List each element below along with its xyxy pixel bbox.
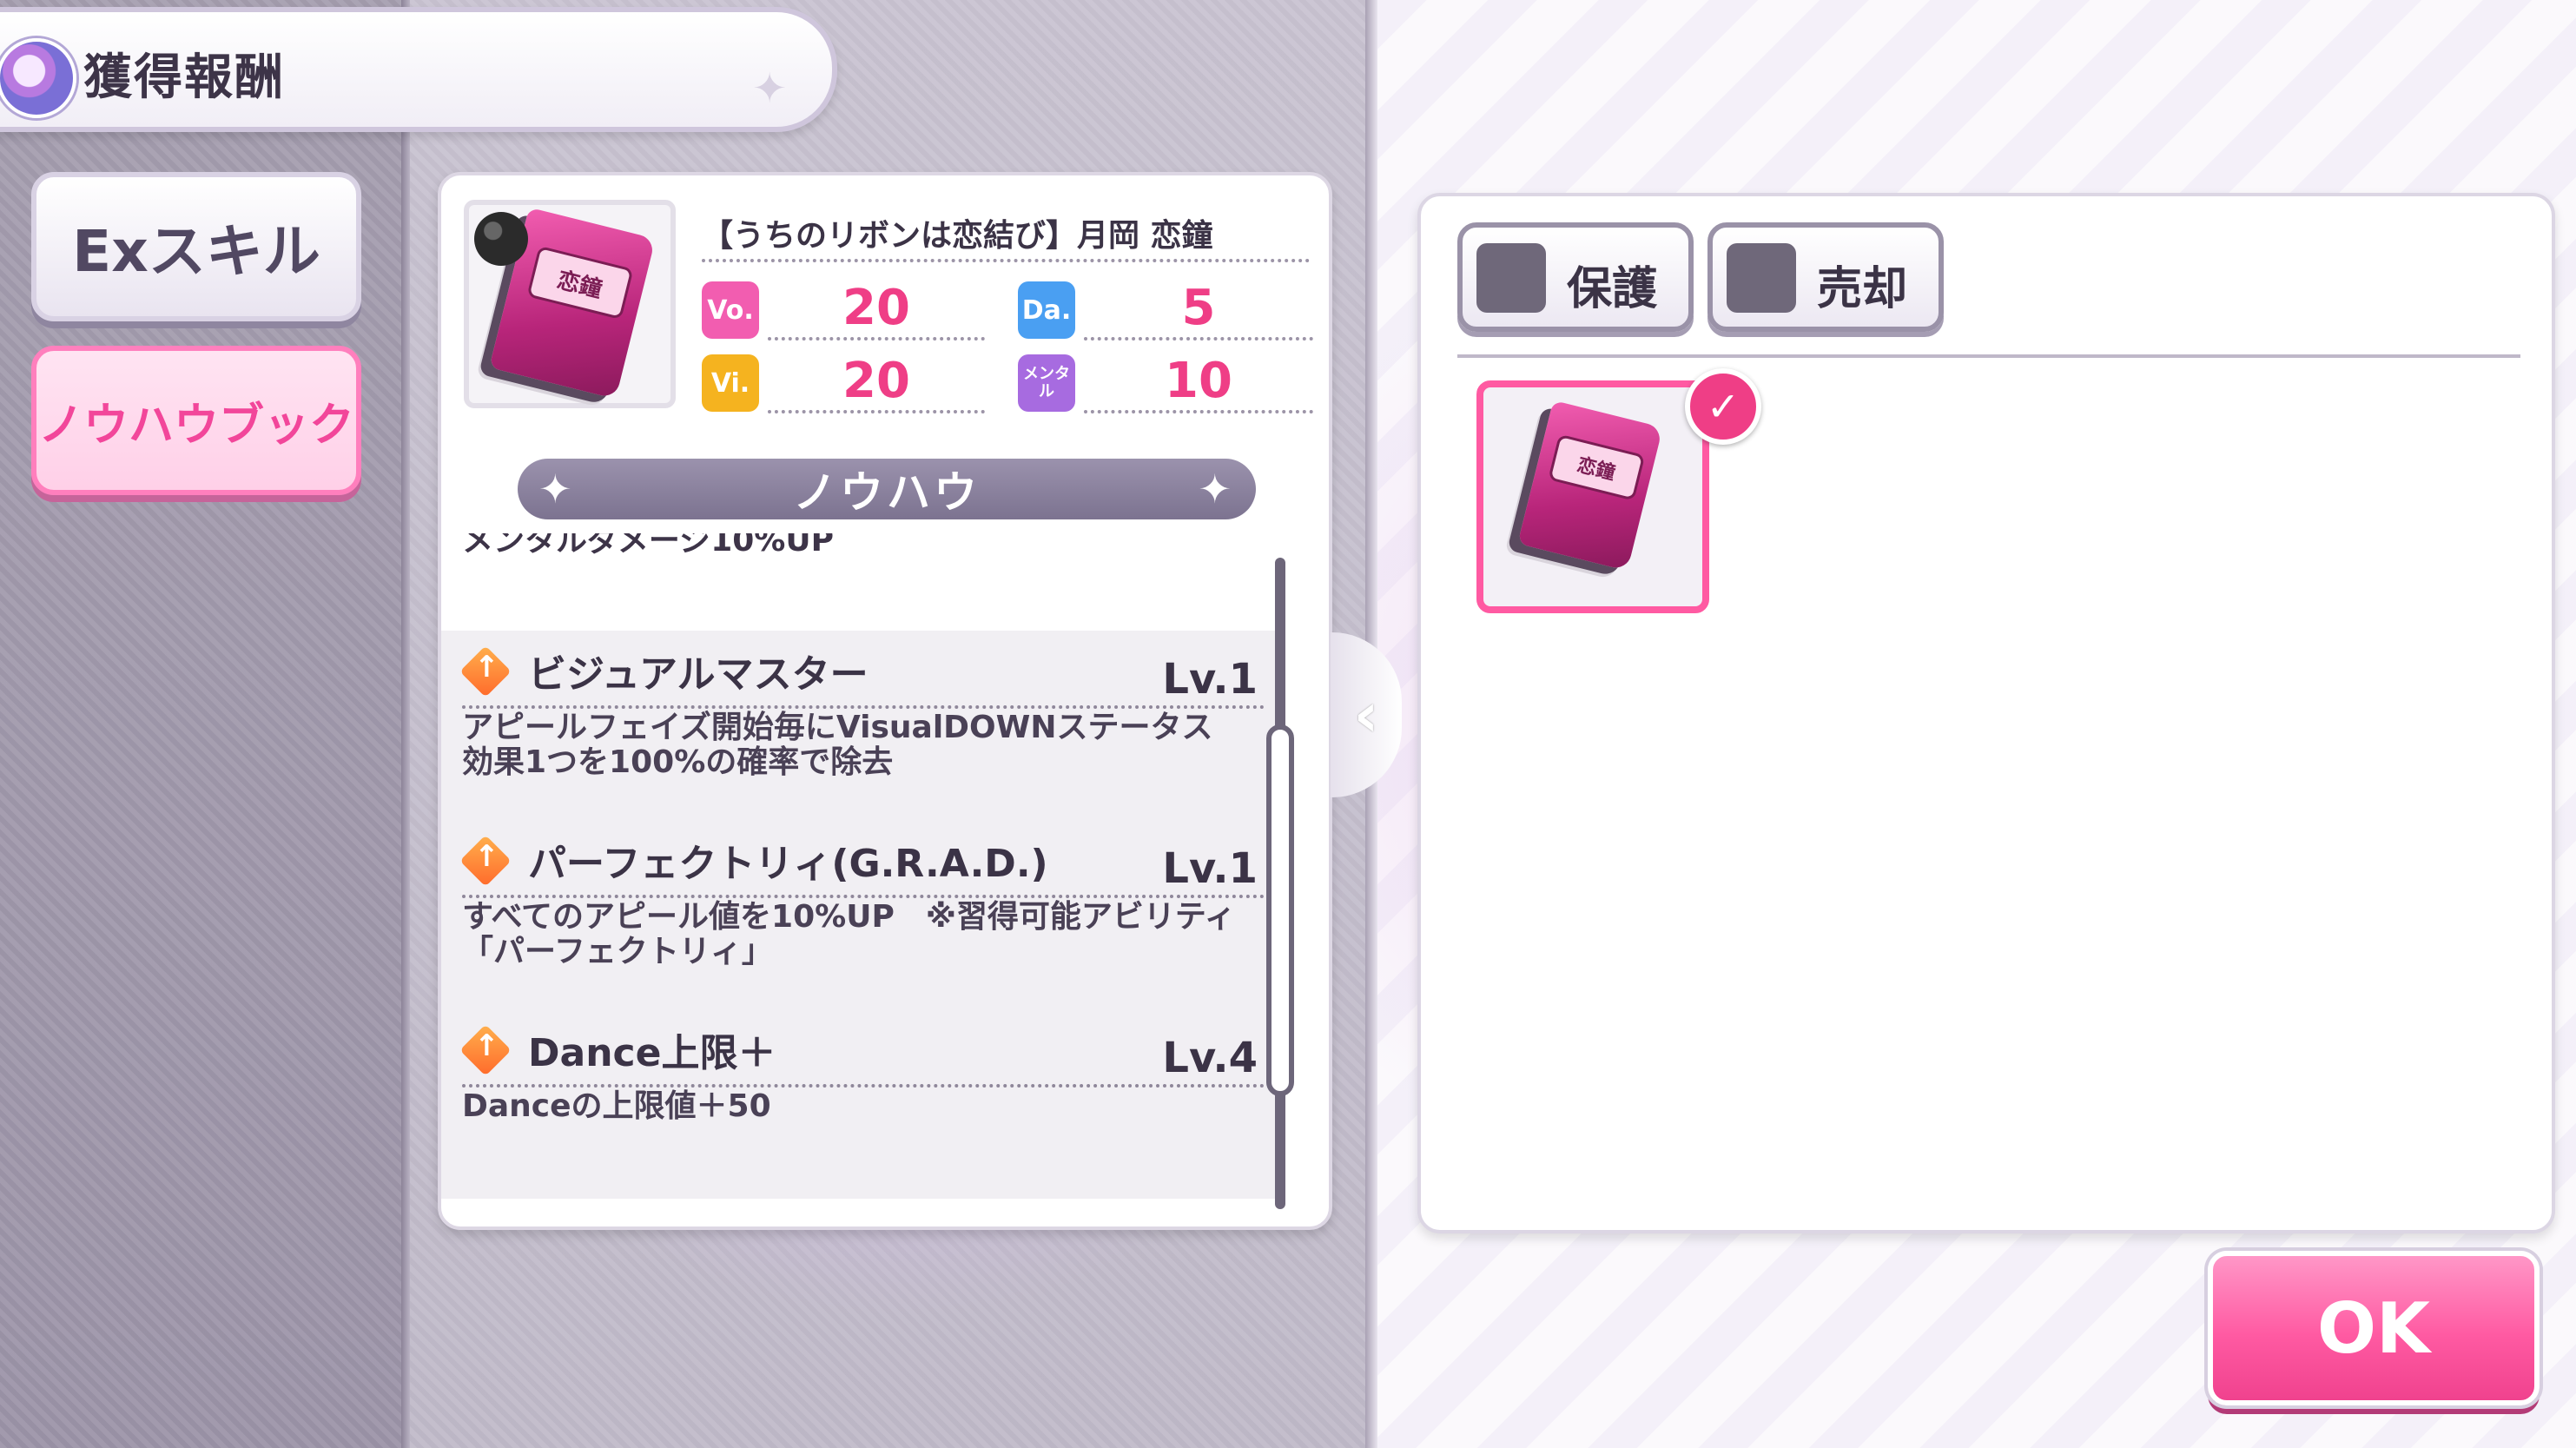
star-icon: ✦ [1198, 466, 1235, 512]
chevron-left-icon: ‹ [1353, 679, 1379, 750]
page-header: 獲得報酬 ✦ [0, 7, 837, 132]
ability-divider [462, 705, 1265, 709]
checkbox-icon [1727, 243, 1796, 313]
ability-list[interactable]: メンタルダメージ10%UP ↑ ビジュアルマスター Lv.1 アピールフェイズ開… [441, 533, 1275, 1227]
left-divider [401, 0, 410, 1448]
name-divider [702, 259, 1310, 262]
visual-badge: Vi. [702, 354, 759, 412]
tab-ex-skill[interactable]: Exスキル [31, 172, 361, 321]
mental-badge: メンタル [1018, 354, 1075, 412]
reward-icon [0, 38, 76, 118]
ability-level: Lv.1 [1162, 655, 1258, 704]
dance-value: 5 [1084, 280, 1313, 341]
ability-name: パーフェクトリィ(G.R.A.D.) [528, 842, 1048, 886]
knowhow-section-header: ✦ ノウハウ ✦ [518, 459, 1256, 519]
knowhow-detail-panel: 恋鐘 【うちのリボンは恋結び】月岡 恋鐘 Vo. 20 Da. 5 Vi. 20… [438, 172, 1332, 1230]
tab-knowhow-book[interactable]: ノウハウブック [31, 346, 361, 495]
sell-button[interactable]: 売却 [1707, 222, 1944, 332]
scrollbar-thumb[interactable] [1266, 724, 1294, 1096]
vocal-value: 20 [768, 280, 985, 341]
checkmark-icon: ✓ [1685, 368, 1761, 445]
protect-label: 保護 [1567, 263, 1658, 315]
checkbox-icon [1476, 243, 1546, 313]
arrow-up-icon: ↑ [474, 1028, 499, 1063]
book-cover-label: 恋鐘 [1548, 433, 1646, 501]
book-thumbnail: 恋鐘 [464, 200, 676, 408]
inventory-panel: 保護 売却 恋鐘 ✓ [1417, 193, 2555, 1233]
ability-name: ビジュアルマスター [528, 652, 869, 697]
pin-icon [474, 212, 528, 266]
stat-vocal: Vo. 20 [702, 280, 985, 341]
mental-value: 10 [1084, 353, 1313, 413]
ability-description: アピールフェイズ開始毎にVisualDOWNステータス効果1つを100%の確率で… [462, 710, 1213, 780]
stat-visual: Vi. 20 [702, 353, 985, 413]
stat-dance: Da. 5 [1018, 280, 1313, 341]
ability-description: Danceの上限値＋50 [462, 1088, 771, 1124]
knowhow-section-title: ノウハウ [793, 467, 981, 518]
ability-divider [462, 895, 1265, 898]
sparkle-icon: ✦ [752, 64, 788, 113]
ok-button[interactable]: OK [2208, 1251, 2540, 1405]
partial-ability-text: メンタルダメージ10%UP [462, 533, 834, 559]
arrow-up-icon: ↑ [474, 839, 499, 874]
inventory-divider [1457, 354, 2520, 358]
protect-button[interactable]: 保護 [1457, 222, 1694, 332]
ability-row: ↑ パーフェクトリィ(G.R.A.D.) Lv.1 すべてのアピール値を10%U… [441, 820, 1275, 1009]
ability-row: ↑ Dance上限＋ Lv.4 Danceの上限値＋50 [441, 1009, 1275, 1199]
arrow-up-icon: ↑ [474, 650, 499, 684]
ability-row: ↑ ビジュアルマスター Lv.1 アピールフェイズ開始毎にVisualDOWNス… [441, 631, 1275, 820]
dance-badge: Da. [1018, 281, 1075, 339]
character-name: 【うちのリボンは恋結び】月岡 恋鐘 [702, 218, 1213, 254]
ability-name: Dance上限＋ [528, 1031, 776, 1075]
visual-value: 20 [768, 353, 985, 413]
page-title: 獲得報酬 [83, 50, 285, 106]
sell-label: 売却 [1817, 263, 1908, 315]
vocal-badge: Vo. [702, 281, 759, 339]
ability-description: すべてのアピール値を10%UP ※習得可能アビリティ「パーフェクトリィ」 [462, 899, 1236, 969]
ability-divider [462, 1084, 1265, 1088]
ability-level: Lv.1 [1162, 844, 1258, 893]
star-icon: ✦ [538, 466, 576, 512]
book-icon: 恋鐘 [1517, 400, 1663, 572]
stat-mental: メンタル 10 [1018, 353, 1313, 413]
inventory-item-selected[interactable]: 恋鐘 ✓ [1476, 368, 1761, 613]
ability-level: Lv.4 [1162, 1034, 1258, 1082]
book-cover-label: 恋鐘 [526, 245, 634, 321]
